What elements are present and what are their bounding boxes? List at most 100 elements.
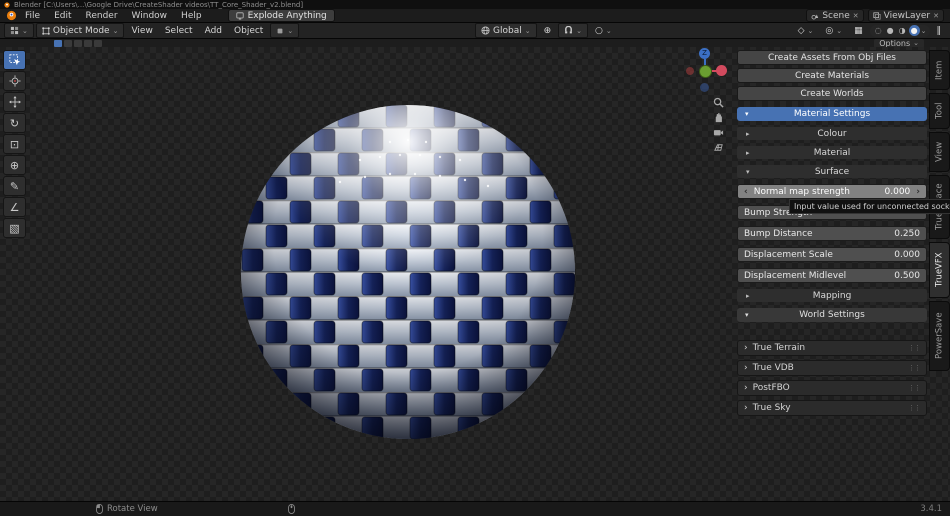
mode-selector[interactable]: Object Mode ⌄: [36, 23, 125, 38]
tool-box-select[interactable]: [3, 50, 26, 70]
chevron-right-icon: ›: [744, 363, 748, 373]
globe-icon: [481, 26, 490, 35]
tool-annotate[interactable]: ✎: [3, 176, 26, 196]
tool-move[interactable]: [3, 92, 26, 112]
tool-mode-toggle-subtract[interactable]: [74, 40, 82, 47]
true-sky-label: True Sky: [753, 403, 791, 413]
slider-increase-icon[interactable]: ›: [916, 187, 920, 197]
axis-z-neg-handle[interactable]: [700, 83, 709, 92]
measure-icon: ∠: [10, 201, 20, 214]
displacement-scale-slider[interactable]: Displacement Scale 0.000: [737, 247, 927, 262]
drag-grip-icon[interactable]: ⋮⋮: [908, 384, 920, 392]
create-worlds-button[interactable]: Create Worlds: [737, 86, 927, 101]
true-sky-panel[interactable]: › True Sky ⋮⋮: [737, 400, 927, 416]
blender-app-icon[interactable]: [6, 10, 17, 21]
menu-render[interactable]: Render: [80, 11, 124, 21]
tab-view[interactable]: View: [929, 132, 950, 172]
tool-mode-toggle-invert[interactable]: [84, 40, 92, 47]
editor-type-selector[interactable]: ⌄: [4, 23, 34, 38]
surface-subpanel[interactable]: ▾ Surface: [737, 165, 927, 178]
camera-view-button[interactable]: [711, 125, 726, 140]
orientation-label: Global: [493, 26, 522, 36]
true-vdb-panel[interactable]: › True VDB ⋮⋮: [737, 360, 927, 376]
proportional-edit-button[interactable]: ○ ⌄: [590, 24, 617, 37]
displacement-midlevel-slider[interactable]: Displacement Midlevel 0.500: [737, 268, 927, 283]
drag-grip-icon[interactable]: ⋮⋮: [908, 404, 920, 412]
zoom-view-button[interactable]: [711, 95, 726, 110]
tool-mode-toggle-intersect[interactable]: [94, 40, 102, 47]
proportional-edit-icon: ○: [595, 26, 603, 36]
axis-x-neg-handle[interactable]: [686, 67, 694, 75]
middle-mouse-icon: [288, 504, 295, 514]
pause-render-button[interactable]: ‖: [932, 24, 947, 37]
menu-select[interactable]: Select: [160, 24, 198, 37]
create-assets-button[interactable]: Create Assets From Obj Files: [737, 50, 927, 65]
snap-button[interactable]: ⌄: [558, 23, 588, 38]
tab-truevfx[interactable]: TrueVFX: [929, 242, 950, 298]
create-materials-button[interactable]: Create Materials: [737, 68, 927, 83]
object-options-dropdown[interactable]: ⌄: [270, 23, 299, 38]
scene-name: Scene: [822, 11, 849, 21]
menu-object[interactable]: Object: [229, 24, 268, 37]
tool-measure[interactable]: ∠: [3, 197, 26, 217]
xray-icon: ▦: [854, 26, 863, 36]
tool-cursor[interactable]: [3, 71, 26, 91]
axis-y-handle[interactable]: [699, 65, 712, 78]
shading-rendered-button[interactable]: ●: [909, 25, 920, 36]
show-gizmo-toggle[interactable]: ◇ ⌄: [793, 24, 819, 37]
material-subpanel[interactable]: ▸ Material: [737, 146, 927, 159]
axis-z-handle[interactable]: Z: [699, 48, 710, 59]
tool-scale[interactable]: ⊡: [3, 134, 26, 154]
workspace-tab[interactable]: Explode Anything: [228, 9, 335, 22]
move-view-button[interactable]: [711, 110, 726, 125]
world-settings-header[interactable]: ▾ World Settings: [737, 308, 927, 322]
pivot-point-button[interactable]: ⊕: [539, 24, 557, 37]
viewlayer-name: ViewLayer: [884, 11, 930, 21]
chevron-right-icon: ›: [744, 383, 748, 393]
tab-tool[interactable]: Tool: [929, 93, 950, 129]
displacement-midlevel-label: Displacement Midlevel: [744, 271, 846, 281]
drag-grip-icon[interactable]: ⋮⋮: [908, 344, 920, 352]
normal-map-strength-slider[interactable]: ‹ Normal map strength 0.000 ›: [737, 184, 927, 199]
workspace-icon: [236, 12, 244, 20]
magnifier-icon: [713, 97, 724, 108]
perspective-toggle-button[interactable]: [711, 140, 726, 155]
shading-caret[interactable]: ⌄: [921, 27, 927, 35]
true-terrain-panel[interactable]: › True Terrain ⋮⋮: [737, 340, 927, 356]
shading-wireframe-button[interactable]: ◌: [873, 25, 884, 36]
slider-decrease-icon[interactable]: ‹: [744, 187, 748, 197]
menu-view[interactable]: View: [126, 24, 157, 37]
menu-help[interactable]: Help: [175, 11, 208, 21]
show-overlays-toggle[interactable]: ◎ ⌄: [820, 24, 847, 37]
scene-unlink-icon[interactable]: ✕: [853, 12, 859, 20]
postfbo-panel[interactable]: › PostFBO ⋮⋮: [737, 380, 927, 396]
xray-toggle[interactable]: ▦: [849, 24, 868, 37]
tool-transform[interactable]: ⊕: [3, 155, 26, 175]
material-settings-header[interactable]: ▾ Material Settings: [737, 107, 927, 121]
mapping-subpanel[interactable]: ▸ Mapping: [737, 289, 927, 302]
menu-add[interactable]: Add: [200, 24, 227, 37]
axis-x-handle[interactable]: [716, 65, 727, 76]
drag-grip-icon[interactable]: ⋮⋮: [908, 364, 920, 372]
tool-mode-toggle-set[interactable]: [54, 40, 62, 47]
viewport-3d[interactable]: ↻ ⊡ ⊕ ✎ ∠ ▧ Z: [0, 47, 950, 502]
viewlayer-selector[interactable]: ViewLayer ✕: [868, 9, 944, 22]
orientation-caret: ⌄: [525, 27, 531, 35]
shading-material-button[interactable]: ◑: [897, 25, 908, 36]
shading-solid-button[interactable]: ●: [885, 25, 896, 36]
tool-mode-toggle-extend[interactable]: [64, 40, 72, 47]
colour-subpanel[interactable]: ▸ Colour: [737, 127, 927, 140]
bump-distance-slider[interactable]: Bump Distance 0.250: [737, 226, 927, 241]
tool-rotate[interactable]: ↻: [3, 113, 26, 133]
menu-file[interactable]: File: [19, 11, 46, 21]
titlebar: Blender [C:\Users\...\Google Drive\Creat…: [0, 0, 950, 9]
scene-selector[interactable]: Scene ✕: [806, 9, 863, 22]
tab-powersave[interactable]: PowerSave: [929, 301, 950, 371]
menu-edit[interactable]: Edit: [48, 11, 77, 21]
transform-orientation[interactable]: Global ⌄: [475, 23, 537, 38]
viewlayer-unlink-icon[interactable]: ✕: [933, 12, 939, 20]
tool-add-cube[interactable]: ▧: [3, 218, 26, 238]
menu-window[interactable]: Window: [126, 11, 174, 21]
shading-mode-group: ◌ ● ◑ ● ⌄: [870, 25, 930, 37]
tab-item[interactable]: Item: [929, 50, 950, 90]
